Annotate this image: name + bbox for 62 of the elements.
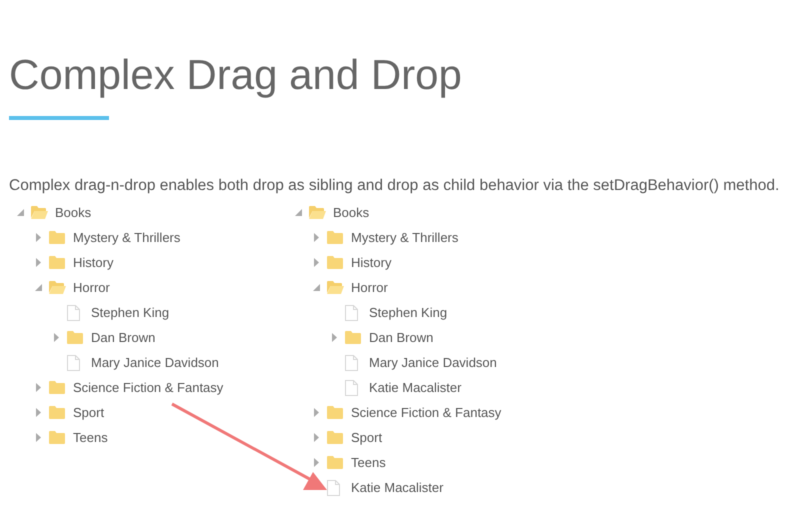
folder-icon	[49, 231, 65, 244]
tree-item[interactable]: Mary Janice Davidson	[91, 352, 219, 372]
collapsed-arrow-icon[interactable]	[332, 333, 336, 342]
collapsed-arrow-icon[interactable]	[314, 433, 318, 442]
tree-item[interactable]: Mystery & Thrillers	[73, 228, 180, 248]
file-icon	[327, 480, 340, 496]
tree-item[interactable]: Teens	[73, 428, 108, 448]
folder-icon	[49, 256, 65, 269]
file-icon	[345, 304, 358, 320]
expanded-arrow-icon[interactable]	[34, 284, 42, 291]
collapsed-arrow-icon[interactable]	[36, 233, 40, 242]
expanded-arrow-icon[interactable]	[16, 209, 24, 216]
open-folder-icon	[49, 281, 66, 294]
tree-item[interactable]: Books	[55, 202, 92, 222]
collapsed-arrow-icon[interactable]	[36, 433, 40, 442]
tree-item[interactable]: Mary Janice Davidson	[369, 352, 497, 372]
open-folder-icon	[327, 281, 344, 294]
tree-item[interactable]: History	[351, 252, 392, 272]
page-title: Complex Drag and Drop	[9, 50, 462, 100]
file-icon	[345, 380, 358, 396]
tree-item[interactable]: Mystery & Thrillers	[351, 228, 458, 248]
open-folder-icon	[309, 206, 326, 219]
expanded-arrow-icon[interactable]	[312, 284, 320, 291]
file-icon	[67, 304, 80, 320]
tree-item[interactable]: Sport	[73, 402, 104, 422]
collapsed-arrow-icon[interactable]	[36, 408, 40, 417]
file-icon	[345, 354, 358, 370]
tree-item[interactable]: Katie Macalister	[351, 478, 444, 498]
folder-icon	[327, 431, 343, 444]
collapsed-arrow-icon[interactable]	[54, 333, 58, 342]
collapsed-arrow-icon[interactable]	[314, 408, 318, 417]
description: Complex drag-n-drop enables both drop as sibling and drop as child behavior via the setDragBehavior() method.	[9, 176, 780, 196]
collapsed-arrow-icon[interactable]	[314, 233, 318, 242]
tree-item[interactable]: Dan Brown	[369, 328, 434, 348]
folder-icon	[49, 406, 65, 419]
folder-icon	[345, 331, 361, 344]
open-folder-icon	[31, 206, 48, 219]
tree-item[interactable]: Science Fiction & Fantasy	[351, 402, 502, 422]
folder-icon	[67, 331, 83, 344]
folder-icon	[327, 256, 343, 269]
tree-item[interactable]: Books	[333, 202, 370, 222]
tree-item[interactable]: Stephen King	[91, 302, 170, 322]
folder-icon	[49, 381, 65, 394]
tree-item[interactable]: Horror	[73, 278, 110, 298]
tree-item[interactable]: Science Fiction & Fantasy	[73, 378, 224, 398]
folder-icon	[327, 231, 343, 244]
tree-item[interactable]: Katie Macalister	[369, 378, 462, 398]
tree-item[interactable]: Stephen King	[369, 302, 448, 322]
folder-icon	[327, 456, 343, 469]
folder-icon	[327, 406, 343, 419]
tree-item[interactable]: Horror	[351, 278, 388, 298]
collapsed-arrow-icon[interactable]	[36, 258, 40, 267]
collapsed-arrow-icon[interactable]	[314, 458, 318, 467]
tree-item[interactable]: Teens	[351, 452, 386, 472]
expanded-arrow-icon[interactable]	[294, 209, 302, 216]
collapsed-arrow-icon[interactable]	[314, 258, 318, 267]
tree-item[interactable]: Sport	[351, 428, 382, 448]
collapsed-arrow-icon[interactable]	[36, 383, 40, 392]
tree-item[interactable]: History	[73, 252, 114, 272]
folder-icon	[49, 431, 65, 444]
tree-item[interactable]: Dan Brown	[91, 328, 156, 348]
file-icon	[67, 354, 80, 370]
